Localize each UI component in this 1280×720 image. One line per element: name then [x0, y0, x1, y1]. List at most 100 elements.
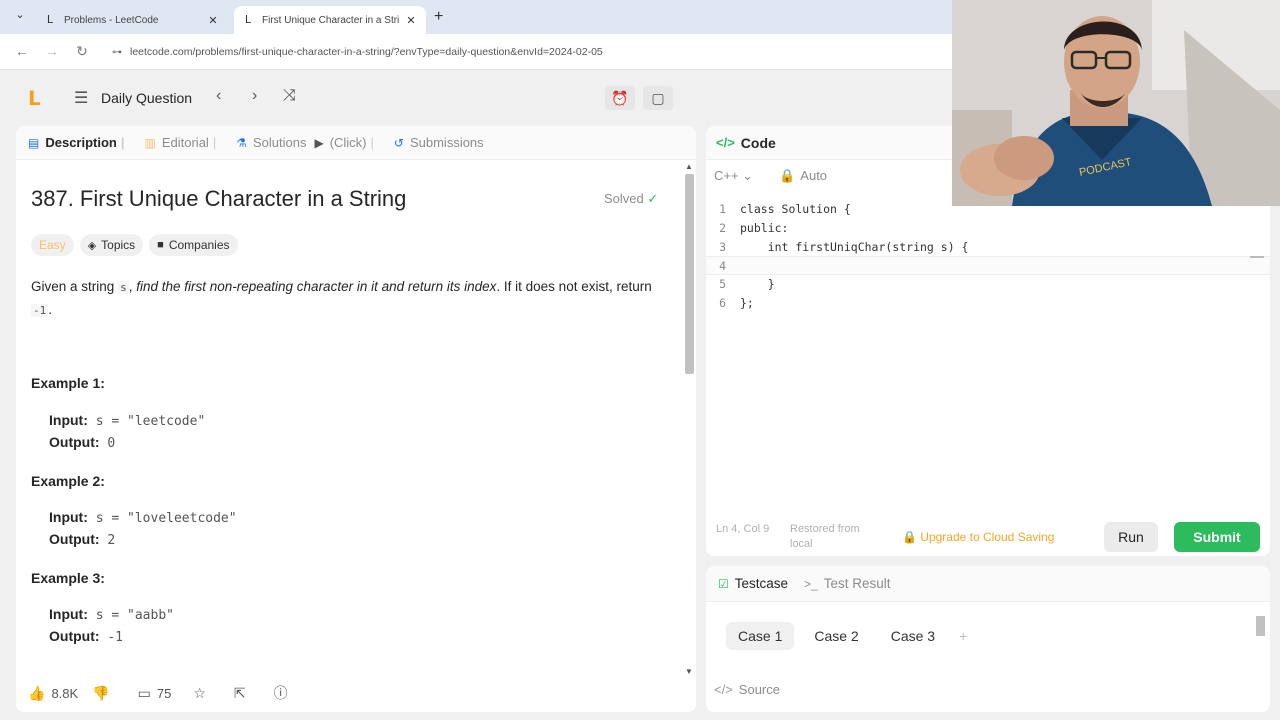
- case-tab[interactable]: Case 2: [802, 622, 870, 650]
- code-line[interactable]: 3 int firstUniqChar(string s) {: [706, 238, 1270, 257]
- site-info-icon[interactable]: ⊶: [112, 47, 122, 58]
- example-title: Example 1:: [31, 375, 105, 391]
- tab-divider: |: [212, 135, 217, 150]
- topics-badge[interactable]: ◈ Topics: [79, 234, 144, 256]
- submit-button[interactable]: Submit: [1174, 522, 1260, 552]
- problem-title[interactable]: 387. First Unique Character in a String: [31, 186, 406, 212]
- description-scrollbar[interactable]: ▲ ▼: [684, 162, 694, 676]
- leetcode-header: ᒪ ☰ Daily Question ‹ › ⤨ ⏰ ▢: [0, 70, 952, 126]
- like-button[interactable]: 👍 8.8K: [28, 685, 78, 702]
- timer-icon[interactable]: ⏰: [605, 86, 635, 110]
- run-button[interactable]: Run: [1104, 522, 1158, 552]
- testcase-tabs: ☑ Testcase >_ Test Result: [706, 566, 1270, 602]
- companies-label: Companies: [168, 238, 230, 252]
- new-tab-icon[interactable]: +: [434, 8, 443, 26]
- case-tab[interactable]: Case 3: [879, 622, 947, 650]
- description-tabs: ▤ Description | ▥ Editorial | ⚗ Solution…: [16, 126, 696, 160]
- back-icon[interactable]: ←: [14, 43, 30, 59]
- problem-list-icon[interactable]: ☰: [74, 88, 88, 108]
- source-link[interactable]: </> Source: [714, 682, 780, 697]
- tab-testcase[interactable]: ☑ Testcase: [718, 576, 788, 591]
- code-line[interactable]: 5 }: [706, 275, 1270, 294]
- lock-icon: 🔒: [779, 168, 796, 183]
- address-bar: ← → ↻ ⊶ leetcode.com/problems/first-uniq…: [0, 34, 952, 70]
- upgrade-cloud-link[interactable]: 🔒 Upgrade to Cloud Saving: [902, 530, 1054, 544]
- code-line-active[interactable]: 4: [706, 256, 1270, 276]
- tab-divider: |: [370, 135, 374, 150]
- desc-code: s: [118, 281, 129, 294]
- upgrade-label: Upgrade to Cloud Saving: [920, 530, 1055, 544]
- dislike-button[interactable]: 👎: [92, 685, 115, 702]
- description-footer: 👍 8.8K 👎 ▭ 75 ☆ ⇱ ⓘ: [16, 674, 696, 712]
- reload-icon[interactable]: ↻: [74, 43, 90, 60]
- tab-close-icon[interactable]: ✕: [404, 14, 418, 27]
- share-icon: ⇱: [233, 684, 246, 701]
- notes-icon[interactable]: ▢: [643, 86, 673, 110]
- tab-title: First Unique Character in a Stri: [262, 14, 400, 26]
- leetcode-favicon-icon: ᒪ: [46, 14, 54, 26]
- case-list: Case 1 Case 2 Case 3 +: [726, 622, 967, 650]
- output-value: 0: [107, 436, 116, 451]
- tab-label: Solutions: [252, 135, 307, 150]
- code-editor[interactable]: 1 class Solution { 2 public: 3 int first…: [706, 200, 1270, 313]
- chevron-down-icon: ⌄: [742, 168, 754, 183]
- auto-mode[interactable]: 🔒 Auto: [779, 168, 827, 184]
- help-button[interactable]: ⓘ: [274, 683, 294, 703]
- input-label: Input:: [49, 509, 88, 525]
- leetcode-logo[interactable]: ᒪ: [28, 86, 41, 111]
- scroll-thumb[interactable]: [685, 174, 694, 374]
- editor-toolbar: C++ ⌄ 🔒 Auto: [714, 168, 827, 184]
- daily-question-link[interactable]: Daily Question: [101, 90, 192, 106]
- tab-submissions[interactable]: ↺ Submissions: [394, 135, 484, 150]
- tab-label: Submissions: [409, 135, 484, 150]
- desc-text: .: [48, 302, 53, 317]
- input-label: Input:: [49, 412, 88, 428]
- scroll-thumb[interactable]: [1256, 616, 1265, 636]
- comments-button[interactable]: ▭ 75: [138, 685, 172, 702]
- tab-description[interactable]: ▤ Description |: [28, 135, 129, 150]
- next-problem-icon[interactable]: ›: [252, 87, 257, 105]
- line-number: 3: [719, 239, 726, 254]
- browser-tab[interactable]: ᒪ Problems - LeetCode ✕: [36, 6, 228, 34]
- editor-overview-ruler: [1250, 256, 1264, 258]
- language-select[interactable]: C++ ⌄: [714, 168, 753, 184]
- lock-icon: 🔒: [902, 530, 917, 544]
- code-line[interactable]: 2 public:: [706, 219, 1270, 238]
- line-number: 4: [719, 259, 726, 274]
- desc-emphasis: find the first non-repeating character i…: [136, 279, 497, 294]
- tab-close-icon[interactable]: ✕: [206, 14, 220, 27]
- tab-editorial[interactable]: ▥ Editorial |: [145, 135, 221, 150]
- url-field[interactable]: ⊶ leetcode.com/problems/first-unique-cha…: [104, 40, 944, 64]
- forward-icon[interactable]: →: [44, 43, 60, 59]
- tab-search-chevron-icon[interactable]: ⌄: [10, 8, 30, 26]
- tab-test-result[interactable]: >_ Test Result: [804, 576, 890, 591]
- add-case-icon[interactable]: +: [959, 622, 967, 650]
- companies-badge[interactable]: ■ Companies: [149, 234, 238, 256]
- click-hint[interactable]: ▶ (Click) |: [314, 135, 377, 150]
- tab-label: (Click): [329, 135, 367, 150]
- prev-problem-icon[interactable]: ‹: [216, 87, 221, 105]
- help-icon: ⓘ: [273, 685, 288, 701]
- browser-tab-active[interactable]: ᒪ First Unique Character in a Stri ✕: [234, 6, 426, 34]
- favorite-button[interactable]: ☆: [193, 685, 212, 702]
- case-tab[interactable]: Case 1: [726, 622, 795, 650]
- tab-solutions[interactable]: ⚗ Solutions: [236, 135, 306, 150]
- testcase-scrollbar[interactable]: [1254, 612, 1266, 672]
- book-icon: ▥: [144, 135, 156, 150]
- code-line[interactable]: 6 };: [706, 294, 1270, 313]
- example-block: Input: s = "leetcode" Output: 0: [49, 410, 205, 454]
- like-count: 8.8K: [51, 685, 79, 701]
- checkbox-icon: ☑: [718, 576, 729, 591]
- scroll-up-icon[interactable]: ▲: [684, 162, 694, 171]
- share-button[interactable]: ⇱: [234, 685, 252, 702]
- thumbs-up-icon: 👍: [28, 684, 46, 701]
- code-text: }: [740, 277, 775, 292]
- line-number: 1: [719, 202, 726, 216]
- input-value: s = "loveleetcode": [95, 511, 237, 526]
- shuffle-icon[interactable]: ⤨: [283, 87, 296, 105]
- restored-status: Restored from local: [790, 523, 860, 550]
- language-label: C++: [714, 168, 739, 183]
- example-block: Input: s = "loveleetcode" Output: 2: [49, 507, 237, 551]
- description-panel: ▤ Description | ▥ Editorial | ⚗ Solution…: [16, 126, 696, 712]
